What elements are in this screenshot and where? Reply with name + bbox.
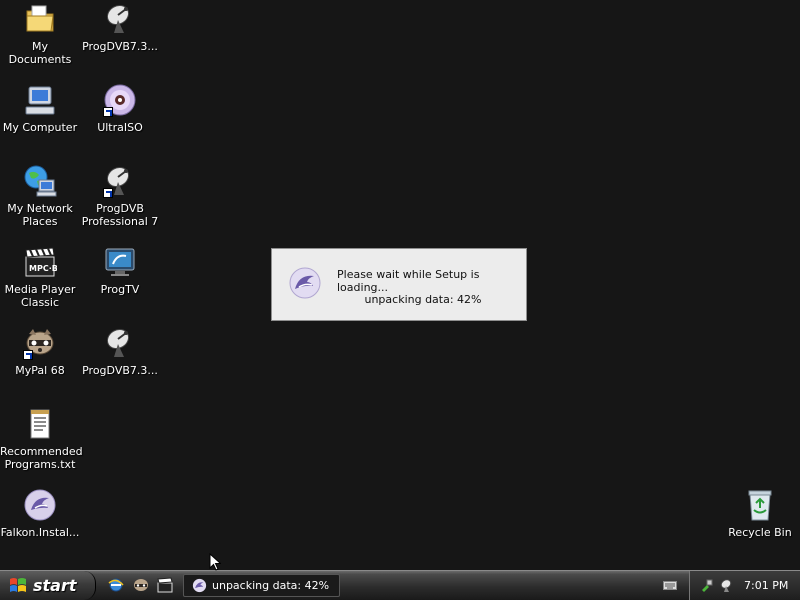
icon-label: UltraISO [97,121,143,134]
setup-loading-dialog: Please wait while Setup is loading... un… [271,248,527,321]
system-tray: 7:01 PM [689,571,800,600]
desktop-icon-progdvb-professional[interactable]: ProgDVB Professional 7 [80,164,160,228]
icon-label: Media Player Classic [4,283,76,309]
desktop-icon-my-computer[interactable]: My Computer [0,83,80,134]
dialog-progress-text: unpacking data: 42% [364,293,482,306]
icon-label: My Documents [8,40,72,66]
recycle-bin-icon [743,488,777,522]
icon-label: Recommended Programs.txt [0,445,83,471]
taskbar: start unpacking data: 42% 7:01 PM [0,570,800,600]
icon-label: ProgTV [100,283,140,296]
network-globe-icon [23,164,57,198]
desktop-icon-progtv[interactable]: ProgTV [80,245,160,296]
shortcut-arrow-icon [103,188,113,198]
clock[interactable]: 7:01 PM [744,579,788,592]
start-button[interactable]: start [0,571,96,600]
desktop-icon-my-documents[interactable]: My Documents [0,2,80,66]
computer-icon [23,83,57,117]
raccoon-icon [23,326,57,360]
icon-label: Falkon.Instal... [0,526,80,539]
satellite-dish-icon [103,326,137,360]
text-file-icon [23,407,57,441]
folder-icon [23,2,57,36]
taskbar-button-label: unpacking data: 42% [212,579,330,592]
satellite-dish-icon[interactable] [720,578,734,592]
falkon-logo-icon [192,578,207,593]
disc-icon [103,83,137,117]
safely-remove-hardware-icon[interactable] [700,578,714,592]
tv-monitor-icon [103,245,137,279]
satellite-dish-icon [103,164,137,198]
windows-logo-icon [9,577,27,593]
icon-label: My Computer [2,121,78,134]
taskbar-button-setup[interactable]: unpacking data: 42% [183,574,340,597]
quicklaunch-mpc-icon[interactable] [157,577,173,593]
icon-label: ProgDVB7.3... [82,40,158,53]
falkon-installer-icon [23,488,57,522]
start-label: start [33,576,77,595]
desktop-icon-my-network-places[interactable]: My Network Places [0,164,80,228]
shortcut-arrow-icon [23,350,33,360]
icon-label: ProgDVB7.3... [82,364,158,377]
desktop-icon-media-player-classic[interactable]: MPC·BE Media Player Classic [0,245,80,309]
desktop-icon-recycle-bin[interactable]: Recycle Bin [720,488,800,539]
keyboard-icon[interactable] [663,579,677,591]
mouse-cursor-icon [209,552,222,571]
desktop-icon-mypal-68[interactable]: MyPal 68 [0,326,80,377]
desktop-icon-progdvb-1[interactable]: ProgDVB7.3... [80,2,160,53]
satellite-dish-icon [103,2,137,36]
desktop-icon-recommended-programs[interactable]: Recommended Programs.txt [0,407,83,471]
icon-label: Recycle Bin [728,526,792,539]
desktop-icon-falkon-installer[interactable]: Falkon.Instal... [0,488,80,539]
icon-label: MyPal 68 [15,364,65,377]
mpc-badge-text: MPC·BE [29,264,57,273]
clapperboard-icon: MPC·BE [23,245,63,279]
desktop-icon-progdvb-2[interactable]: ProgDVB7.3... [80,326,160,377]
quicklaunch-mypal-icon[interactable] [133,577,149,593]
shortcut-arrow-icon [103,107,113,117]
dialog-message: Please wait while Setup is loading... [337,268,480,294]
quicklaunch-ie-icon[interactable] [108,577,124,593]
icon-label: ProgDVB Professional 7 [81,202,159,228]
desktop-icon-ultraiso[interactable]: UltraISO [80,83,160,134]
icon-label: My Network Places [7,202,73,228]
